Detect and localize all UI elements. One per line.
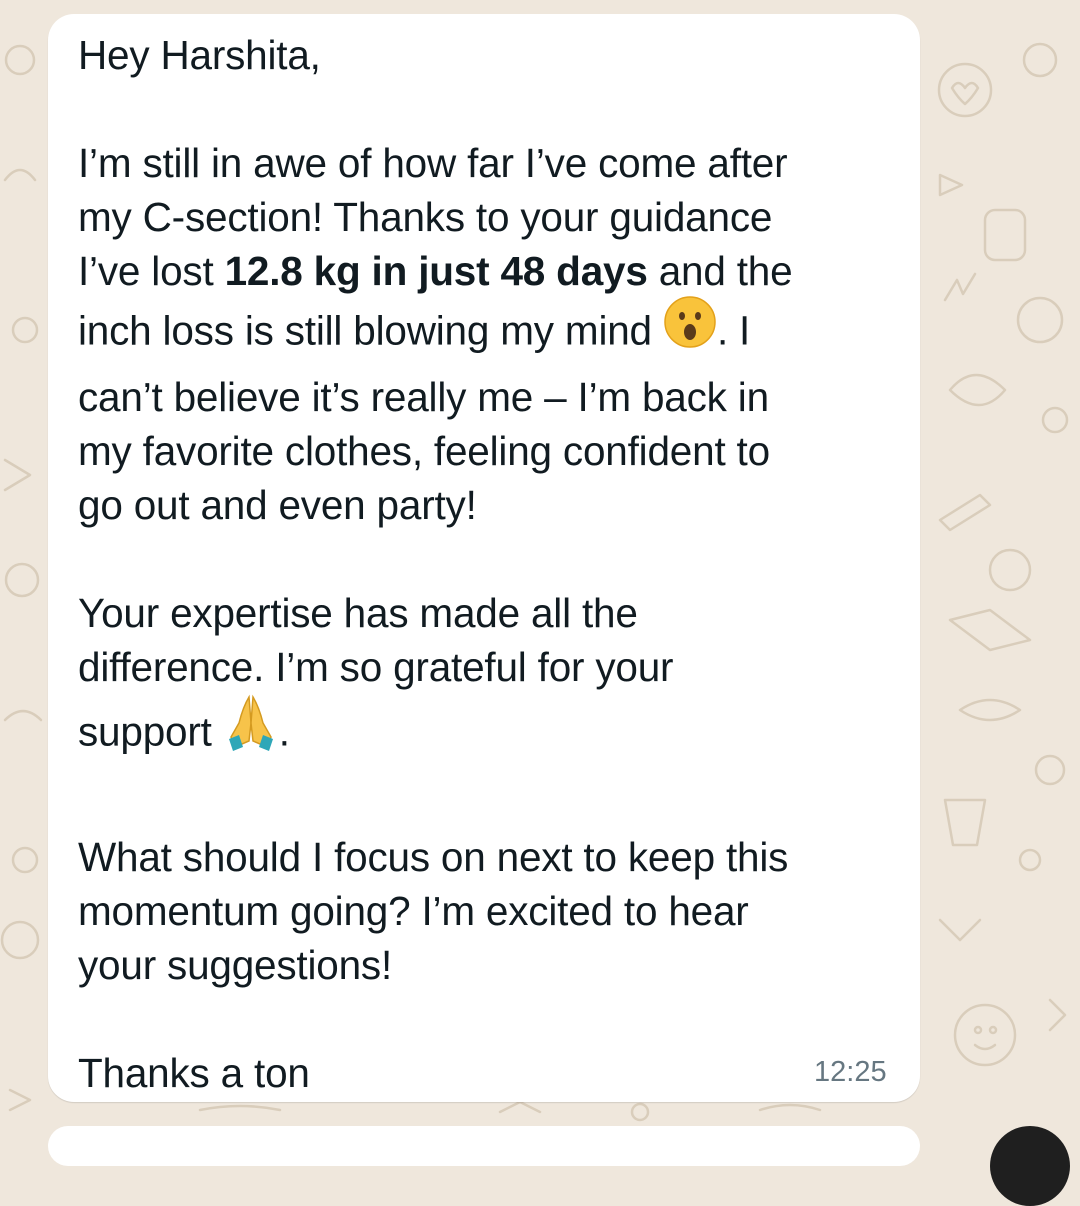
message-text-segment: .: [278, 708, 290, 755]
message-text-segment: I’ve lost: [78, 248, 225, 294]
message-text-segment: inch loss is still blowing my mind: [78, 307, 663, 354]
message-line: momentum going? I’m excited to hear: [78, 888, 749, 934]
message-line: your suggestions!: [78, 942, 393, 988]
message-line: my favorite clothes, feeling confident t…: [78, 428, 770, 474]
message-line: can’t believe it’s really me – I’m back …: [78, 374, 769, 420]
next-message-bubble[interactable]: [48, 1126, 920, 1166]
folded-hands-icon: [223, 691, 279, 773]
message-line: inch loss is still blowing my mind . I: [78, 295, 898, 370]
message-text-segment: and the: [647, 248, 793, 294]
message-line: difference. I’m so grateful for your: [78, 644, 674, 690]
bold-highlight: 12.8 kg in just 48 days: [224, 248, 648, 294]
message-line: Your expertise has made all the: [78, 590, 638, 636]
message-line: I’m still in awe of how far I’ve come af…: [78, 140, 788, 186]
message-line: support .: [78, 694, 898, 776]
message-line: I’ve lost 12.8 kg in just 48 days and th…: [78, 244, 898, 298]
message-line: go out and even party!: [78, 482, 477, 528]
message-signoff: Thanks a ton: [78, 1050, 310, 1096]
message-text-segment: support: [78, 708, 223, 755]
astonished-face-icon: [663, 295, 717, 367]
message-line: my C-section! Thanks to your guidance: [78, 194, 773, 240]
message-timestamp: 12:25: [814, 1056, 887, 1088]
message-text: Hey Harshita, I’m still in awe of how fa…: [78, 28, 898, 1100]
message-greeting: Hey Harshita,: [78, 32, 321, 78]
message-line: What should I focus on next to keep this: [78, 834, 789, 880]
message-text-segment: . I: [716, 307, 751, 354]
scroll-down-button[interactable]: [990, 1126, 1070, 1206]
